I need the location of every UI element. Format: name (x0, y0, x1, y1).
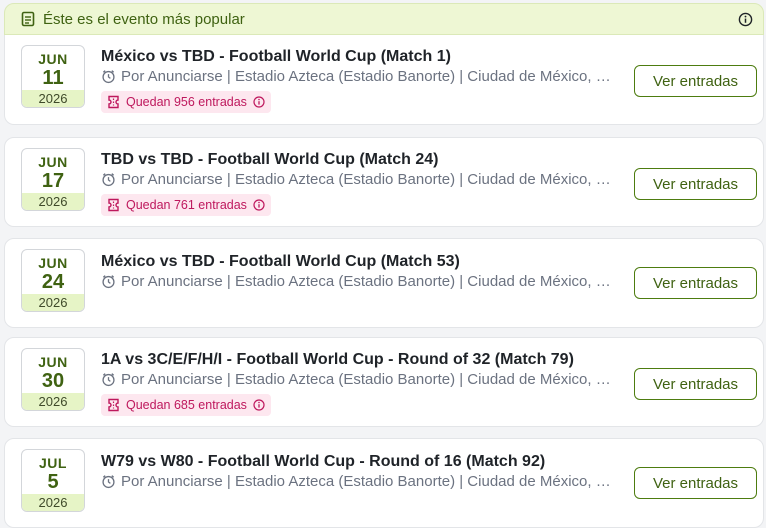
event-year: 2026 (22, 494, 84, 511)
tickets-left-badge: Quedan 761 entradas (101, 194, 271, 216)
event-card: JUN 11 2026 México vs TBD - Football Wor… (4, 35, 764, 125)
event-venue: Por Anunciarse | Estadio Azteca (Estadio… (121, 371, 613, 388)
tickets-left-text: Quedan 685 entradas (126, 398, 247, 412)
tickets-left-text: Quedan 761 entradas (126, 198, 247, 212)
event-meta: Por Anunciarse | Estadio Azteca (Estadio… (101, 473, 613, 490)
event-day: 5 (47, 471, 59, 493)
event-date: JUN 17 2026 (21, 148, 85, 211)
event-title[interactable]: México vs TBD - Football World Cup (Matc… (101, 48, 451, 66)
event-meta: Por Anunciarse | Estadio Azteca (Estadio… (101, 371, 613, 388)
ticket-icon (107, 398, 121, 412)
event-day: 17 (41, 170, 65, 192)
event-meta: Por Anunciarse | Estadio Azteca (Estadio… (101, 171, 613, 188)
event-date: JUN 30 2026 (21, 348, 85, 411)
event-title[interactable]: México vs TBD - Football World Cup (Matc… (101, 253, 460, 271)
info-icon[interactable] (253, 199, 265, 211)
banner-text: Éste es el evento más popular (43, 10, 245, 28)
event-month: JUN (38, 51, 68, 67)
clock-icon (101, 372, 117, 388)
event-card: JUL 5 2026 W79 vs W80 - Football World C… (4, 438, 764, 528)
event-title[interactable]: 1A vs 3C/E/F/H/I - Football World Cup - … (101, 351, 574, 369)
view-tickets-button[interactable]: Ver entradas (634, 168, 757, 200)
event-card: JUN 30 2026 1A vs 3C/E/F/H/I - Football … (4, 337, 764, 427)
info-icon[interactable] (737, 11, 753, 27)
info-icon[interactable] (253, 96, 265, 108)
view-tickets-button[interactable]: Ver entradas (634, 267, 757, 299)
tickets-left-badge: Quedan 956 entradas (101, 91, 271, 113)
view-tickets-button[interactable]: Ver entradas (634, 368, 757, 400)
event-title[interactable]: W79 vs W80 - Football World Cup - Round … (101, 453, 545, 471)
view-tickets-button[interactable]: Ver entradas (634, 65, 757, 97)
event-card: JUN 24 2026 México vs TBD - Football Wor… (4, 238, 764, 328)
event-month: JUN (38, 154, 68, 170)
event-date: JUN 24 2026 (21, 249, 85, 312)
event-venue: Por Anunciarse | Estadio Azteca (Estadio… (121, 68, 613, 85)
event-day: 11 (42, 67, 64, 89)
event-month: JUN (38, 255, 68, 271)
ticket-icon (21, 11, 37, 27)
clock-icon (101, 474, 117, 490)
tickets-left-badge: Quedan 685 entradas (101, 394, 271, 416)
clock-icon (101, 274, 117, 290)
event-year: 2026 (22, 90, 84, 107)
event-venue: Por Anunciarse | Estadio Azteca (Estadio… (121, 473, 613, 490)
ticket-icon (107, 198, 121, 212)
event-year: 2026 (22, 294, 84, 311)
event-venue: Por Anunciarse | Estadio Azteca (Estadio… (121, 273, 613, 290)
event-date: JUL 5 2026 (21, 449, 85, 512)
event-year: 2026 (22, 393, 84, 410)
popular-event-banner: Éste es el evento más popular (4, 3, 764, 35)
event-venue: Por Anunciarse | Estadio Azteca (Estadio… (121, 171, 613, 188)
event-month: JUL (39, 455, 67, 471)
event-day: 30 (41, 370, 65, 392)
info-icon[interactable] (253, 399, 265, 411)
ticket-icon (107, 95, 121, 109)
event-day: 24 (41, 271, 65, 293)
tickets-left-text: Quedan 956 entradas (126, 95, 247, 109)
event-meta: Por Anunciarse | Estadio Azteca (Estadio… (101, 68, 613, 85)
event-card: JUN 17 2026 TBD vs TBD - Football World … (4, 137, 764, 227)
clock-icon (101, 172, 117, 188)
event-date: JUN 11 2026 (21, 45, 85, 108)
event-meta: Por Anunciarse | Estadio Azteca (Estadio… (101, 273, 613, 290)
event-month: JUN (38, 354, 68, 370)
view-tickets-button[interactable]: Ver entradas (634, 467, 757, 499)
clock-icon (101, 69, 117, 85)
event-year: 2026 (22, 193, 84, 210)
event-title[interactable]: TBD vs TBD - Football World Cup (Match 2… (101, 151, 438, 169)
